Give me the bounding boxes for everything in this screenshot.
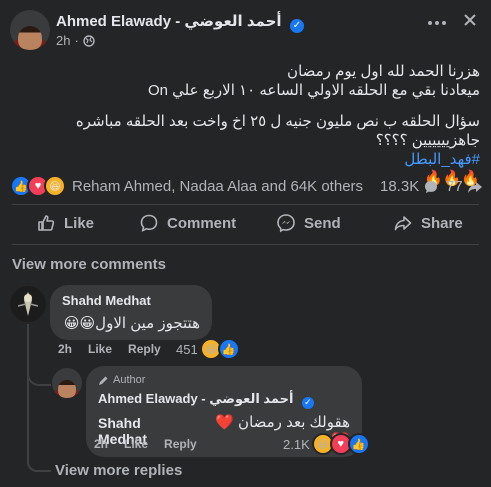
post-time[interactable]: 2h <box>56 33 70 48</box>
comments-count-group[interactable]: 18.3K <box>380 178 439 195</box>
shares-count: 77 <box>446 178 463 195</box>
view-more-comments-link[interactable]: View more comments <box>12 256 166 273</box>
post-line-4: جاهزيييييين ؟؟؟؟ <box>375 132 480 149</box>
reply-reactions[interactable]: 2.1K 😆 ♥ 👍 <box>283 433 370 455</box>
more-replies-connector <box>27 462 51 472</box>
post-line-2: ميعادنا بقي مع الحلقه الاولي الساعه ١٠ ا… <box>147 82 480 99</box>
author-badge: Author <box>98 374 350 386</box>
comment-bubble: Shahd Medhat هتتجوز مين الاول😀😀 <box>50 285 212 340</box>
thread-line <box>27 324 29 464</box>
reply-author-avatar[interactable] <box>52 368 82 398</box>
reply-like-button[interactable]: Like <box>124 437 148 451</box>
comment-meta: 2h Like Reply <box>58 342 161 356</box>
post-body: هزرنا الحمد لله اول يوم رمضان ميعادنا بق… <box>12 62 480 188</box>
reply-time[interactable]: 2h <box>94 437 108 451</box>
share-button[interactable]: Share <box>393 213 463 233</box>
shares-count-group[interactable]: 77 <box>446 178 483 195</box>
close-icon[interactable] <box>460 10 480 30</box>
comment-icon <box>139 213 159 233</box>
comment-time[interactable]: 2h <box>58 342 72 356</box>
comment-count-icon <box>423 179 439 195</box>
commenter-name[interactable]: Shahd Medhat <box>62 293 200 308</box>
reactions-summary[interactable]: Reham Ahmed, Nadaa Alaa and 64K others <box>72 178 363 195</box>
divider-bottom <box>12 244 479 245</box>
reply-meta: 2h Like Reply <box>94 437 197 451</box>
reply-connector <box>27 362 51 386</box>
thumbs-up-icon <box>36 213 56 233</box>
post-line-3: سؤال الحلقه ب نص مليون جنيه ل ٢٥ اخ واخت… <box>75 113 480 130</box>
post-author-avatar[interactable] <box>10 10 50 50</box>
comment-button[interactable]: Comment <box>139 213 236 233</box>
post-author-name[interactable]: أحمد العوضي - Ahmed Elawady <box>56 13 282 30</box>
post-line-1: هزرنا الحمد لله اول يوم رمضان <box>287 63 480 80</box>
reply-author-name[interactable]: Ahmed Elawady - أحمد العوضي <box>98 391 293 406</box>
more-options-icon[interactable] <box>428 18 448 28</box>
verified-badge-icon: ✓ <box>301 396 314 409</box>
like-button[interactable]: Like <box>36 213 94 233</box>
globe-icon <box>83 34 95 47</box>
send-button[interactable]: Send <box>276 213 341 233</box>
verified-badge-icon: ✓ <box>290 18 304 33</box>
haha-reaction-icon: 😆 <box>44 175 66 197</box>
messenger-icon <box>276 213 296 233</box>
comments-count: 18.3K <box>380 178 420 195</box>
comment-like-button[interactable]: Like <box>88 342 112 356</box>
share-count-icon <box>467 179 483 195</box>
post-author-line: أحمد العوضي - Ahmed Elawady ✓ <box>56 12 304 33</box>
like-reaction-icon: 👍 <box>217 338 240 360</box>
share-icon <box>393 213 413 233</box>
post-hashtag[interactable]: #فهد_البطل <box>404 151 480 168</box>
comment-text: هتتجوز مين الاول😀😀 <box>63 315 200 332</box>
post-meta: 2h · <box>56 33 95 48</box>
commenter-avatar[interactable] <box>10 286 46 322</box>
comment-reactions[interactable]: 451 😆 👍 <box>176 338 240 360</box>
reply-reply-button[interactable]: Reply <box>164 437 197 451</box>
view-more-replies-link[interactable]: View more replies <box>55 462 182 479</box>
like-reaction-icon: 👍 <box>347 433 370 455</box>
comment-reply-button[interactable]: Reply <box>128 342 161 356</box>
reaction-icons[interactable]: 👍 ♥ 😆 <box>10 175 66 197</box>
divider-top <box>12 204 479 205</box>
pen-icon <box>98 375 109 386</box>
